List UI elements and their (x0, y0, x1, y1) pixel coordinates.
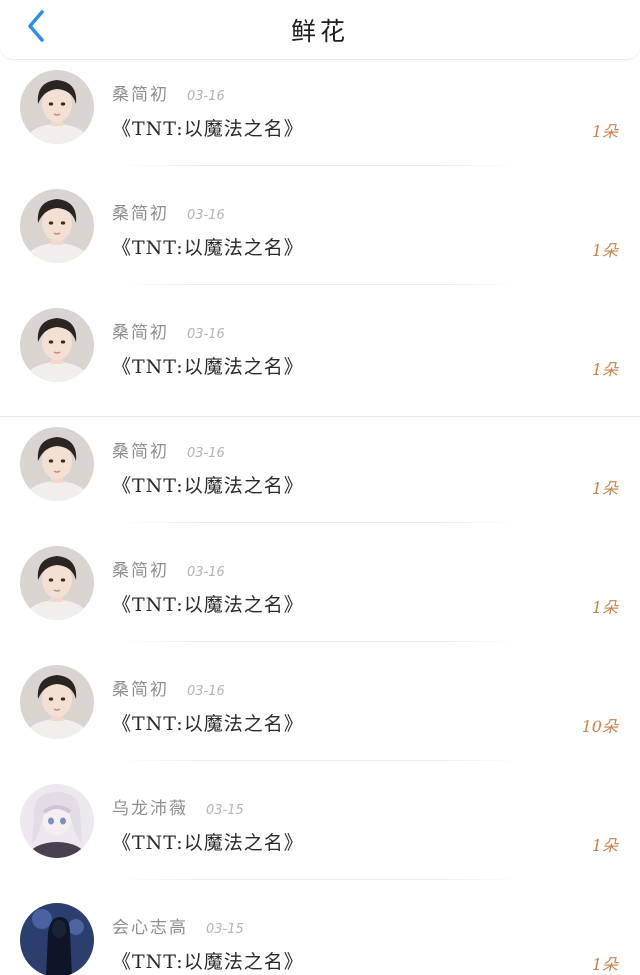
username: 桑简初 (112, 680, 169, 700)
row-divider (120, 165, 520, 166)
user-avatar[interactable] (20, 665, 94, 739)
gift-date: 03-15 (206, 803, 244, 818)
user-avatar[interactable] (20, 784, 94, 858)
gift-date: 03-16 (187, 565, 225, 580)
username: 桑简初 (112, 561, 169, 581)
flower-count: 1朵 (591, 836, 618, 855)
list-item[interactable]: 桑简初 03-16 《TNT:以魔法之名》 1朵 (0, 179, 640, 298)
list-item[interactable]: 桑简初 03-16 《TNT:以魔法之名》 1朵 (0, 60, 640, 179)
row-divider (120, 760, 520, 761)
book-title: 《TNT:以魔法之名》 (112, 237, 304, 259)
list-item[interactable]: 桑简初 03-16 《TNT:以魔法之名》 1朵 (0, 417, 640, 536)
page-title: 鲜花 (290, 17, 349, 46)
list-item[interactable]: 会心志高 03-15 《TNT:以魔法之名》 1朵 (0, 893, 640, 975)
book-title: 《TNT:以魔法之名》 (112, 832, 304, 854)
username: 桑简初 (112, 323, 169, 343)
gift-date: 03-16 (187, 684, 225, 699)
flower-count: 1朵 (591, 479, 618, 498)
gift-date: 03-16 (187, 446, 225, 461)
book-title: 《TNT:以魔法之名》 (112, 356, 304, 378)
user-avatar[interactable] (20, 70, 94, 144)
user-avatar[interactable] (20, 427, 94, 501)
list-item[interactable]: 桑简初 03-16 《TNT:以魔法之名》 1朵 (0, 298, 640, 417)
user-avatar[interactable] (20, 308, 94, 382)
user-avatar[interactable] (20, 903, 94, 975)
book-title: 《TNT:以魔法之名》 (112, 951, 304, 973)
gift-date: 03-15 (206, 922, 244, 937)
book-title: 《TNT:以魔法之名》 (112, 713, 304, 735)
book-title: 《TNT:以魔法之名》 (112, 594, 304, 616)
list-item[interactable]: 乌龙沛薇 03-15 《TNT:以魔法之名》 1朵 (0, 774, 640, 893)
flower-count: 1朵 (591, 360, 618, 379)
username: 乌龙沛薇 (112, 799, 188, 819)
row-divider (120, 284, 520, 285)
username: 会心志高 (112, 918, 188, 938)
username: 桑简初 (112, 204, 169, 224)
row-divider (120, 641, 520, 642)
user-avatar[interactable] (20, 189, 94, 263)
list-item[interactable]: 桑简初 03-16 《TNT:以魔法之名》 10朵 (0, 655, 640, 774)
flower-count: 10朵 (581, 717, 618, 736)
gift-date: 03-16 (187, 327, 225, 342)
gift-date: 03-16 (187, 208, 225, 223)
username: 桑简初 (112, 85, 169, 105)
list-item[interactable]: 桑简初 03-16 《TNT:以魔法之名》 1朵 (0, 536, 640, 655)
book-title: 《TNT:以魔法之名》 (112, 118, 304, 140)
flower-count: 1朵 (591, 122, 618, 141)
flower-count: 1朵 (591, 241, 618, 260)
book-title: 《TNT:以魔法之名》 (112, 475, 304, 497)
flower-count: 1朵 (591, 598, 618, 617)
flower-count: 1朵 (591, 955, 618, 974)
user-avatar[interactable] (20, 546, 94, 620)
row-divider (120, 879, 520, 880)
row-divider (120, 522, 520, 523)
top-bar: 鲜花 (0, 0, 640, 60)
gift-date: 03-16 (187, 89, 225, 104)
flower-gift-list: 桑简初 03-16 《TNT:以魔法之名》 1朵 桑简初 03-16 《TNT:… (0, 60, 640, 975)
username: 桑简初 (112, 442, 169, 462)
